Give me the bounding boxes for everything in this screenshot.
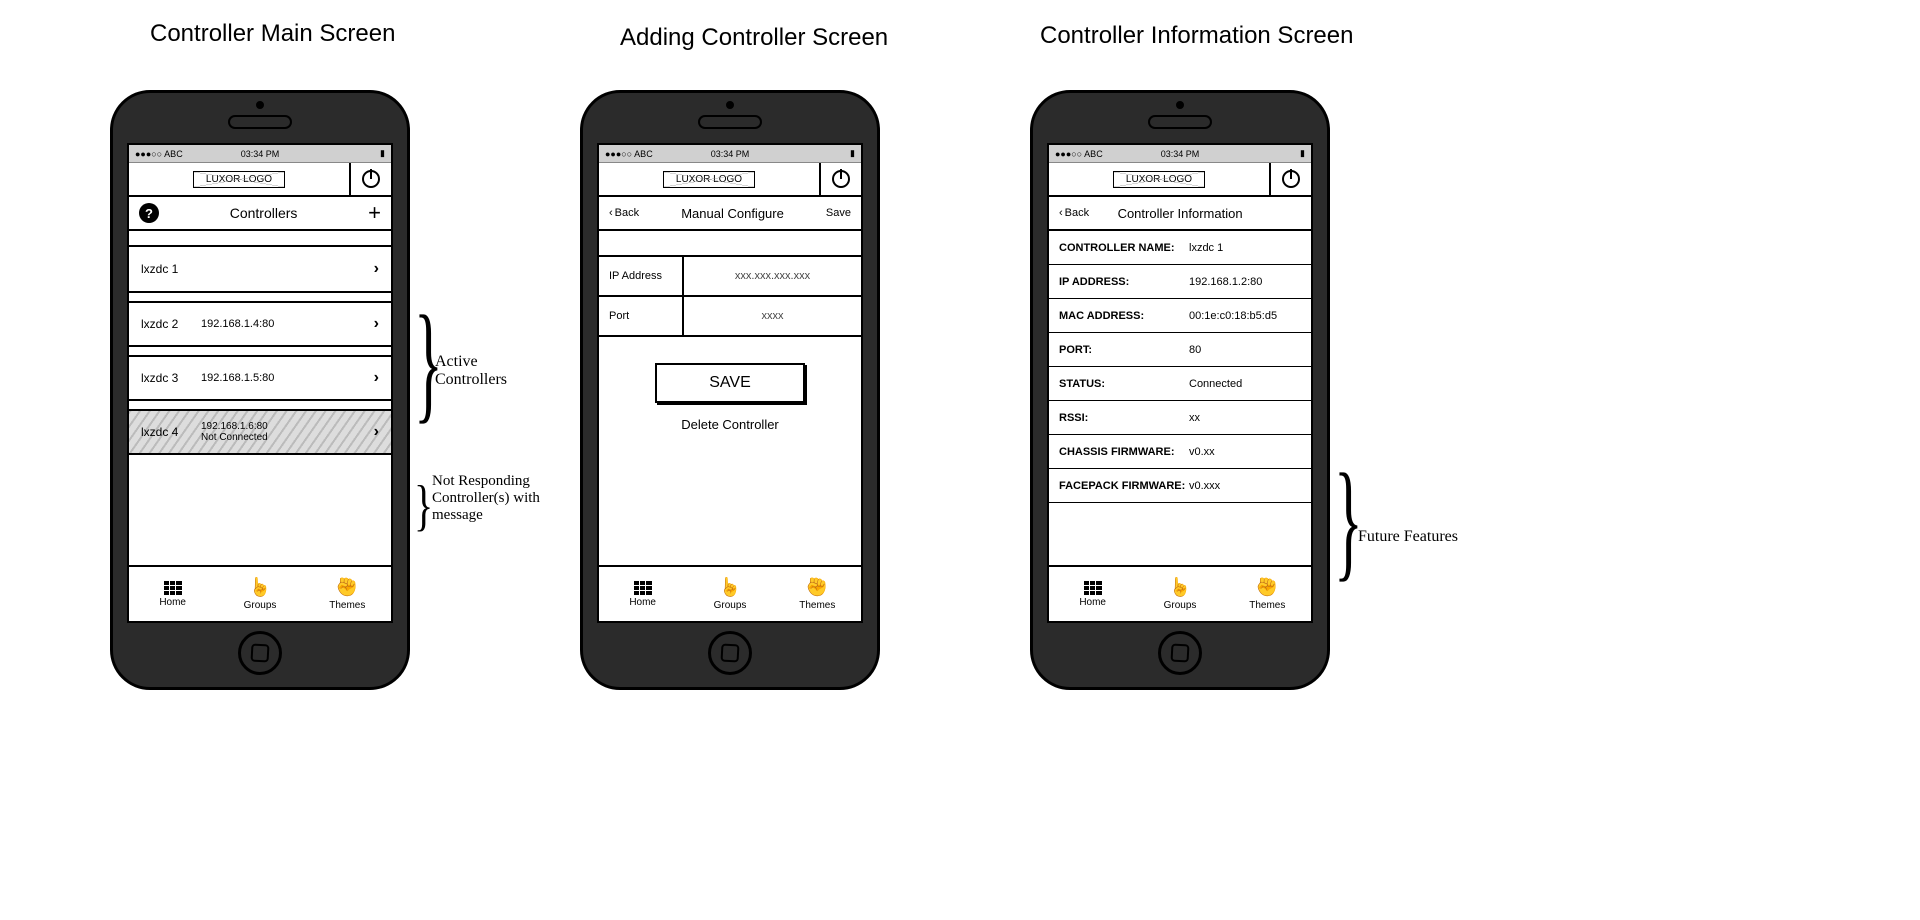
status-bar: ●●●○○ ABC03:34 PM▮ bbox=[599, 145, 861, 163]
nav-title: Manual Configure bbox=[681, 206, 784, 221]
chevron-right-icon: › bbox=[374, 260, 379, 278]
back-button[interactable]: ‹Back bbox=[1059, 207, 1089, 219]
info-row: IP ADDRESS:192.168.1.2:80 bbox=[1049, 265, 1311, 299]
info-row: PORT:80 bbox=[1049, 333, 1311, 367]
logo-placeholder: LUXOR LOGO bbox=[129, 163, 351, 195]
chevron-left-icon: ‹ bbox=[1059, 207, 1063, 219]
delete-controller-link[interactable]: Delete Controller bbox=[599, 417, 861, 432]
hand-icon: ☝ bbox=[1169, 577, 1191, 598]
power-icon bbox=[362, 170, 380, 188]
home-button[interactable] bbox=[1158, 631, 1202, 675]
power-button[interactable] bbox=[821, 163, 861, 195]
info-row: STATUS:Connected bbox=[1049, 367, 1311, 401]
tab-themes[interactable]: ✊Themes bbox=[304, 567, 391, 621]
chevron-left-icon: ‹ bbox=[609, 207, 613, 219]
fist-icon: ✊ bbox=[1256, 577, 1278, 598]
logo-placeholder: LUXOR LOGO bbox=[599, 163, 821, 195]
controller-row[interactable]: lxzdc 3 192.168.1.5:80 › bbox=[129, 355, 391, 401]
fist-icon: ✊ bbox=[806, 577, 828, 598]
controller-row[interactable]: lxzdc 1 › bbox=[129, 247, 391, 293]
help-icon[interactable]: ? bbox=[139, 203, 159, 223]
annotation-active: Active Controllers bbox=[435, 353, 507, 389]
port-input[interactable]: xxxx bbox=[684, 297, 861, 335]
power-button[interactable] bbox=[351, 163, 391, 195]
info-row: RSSI:xx bbox=[1049, 401, 1311, 435]
info-row: MAC ADDRESS:00:1e:c0:18:b5:d5 bbox=[1049, 299, 1311, 333]
tab-home[interactable]: Home bbox=[1049, 567, 1136, 621]
tab-groups[interactable]: ☝Groups bbox=[216, 567, 303, 621]
screen3-title: Controller Information Screen bbox=[1040, 22, 1353, 50]
form-row-ip: IP Address xxx.xxx.xxx.xxx bbox=[599, 257, 861, 297]
chevron-right-icon: › bbox=[374, 315, 379, 333]
screen2-title: Adding Controller Screen bbox=[620, 24, 888, 52]
annotation-future: Future Features bbox=[1358, 528, 1458, 546]
tab-groups[interactable]: ☝Groups bbox=[1136, 567, 1223, 621]
field-label: Port bbox=[599, 297, 684, 335]
controller-row[interactable]: lxzdc 2 192.168.1.4:80 › bbox=[129, 301, 391, 347]
nav-save-button[interactable]: Save bbox=[826, 207, 851, 219]
phone-mock-3: ●●●○○ ABC03:34 PM▮ LUXOR LOGO ‹Back Cont… bbox=[1030, 90, 1330, 690]
home-button[interactable] bbox=[238, 631, 282, 675]
hand-icon: ☝ bbox=[249, 577, 271, 598]
hand-icon: ☝ bbox=[719, 577, 741, 598]
add-button[interactable]: + bbox=[368, 202, 381, 224]
nav-title: Controller Information bbox=[1118, 206, 1243, 221]
fist-icon: ✊ bbox=[336, 577, 358, 598]
controller-row-disconnected[interactable]: lxzdc 4 192.168.1.6:80Not Connected › bbox=[129, 409, 391, 455]
back-button[interactable]: ‹Back bbox=[609, 207, 639, 219]
nav-title: Controllers bbox=[230, 205, 298, 221]
status-bar: ●●●○○ ABC03:34 PM▮ bbox=[129, 145, 391, 163]
info-row: FACEPACK FIRMWARE:v0.xxx bbox=[1049, 469, 1311, 503]
form-row-port: Port xxxx bbox=[599, 297, 861, 337]
grid-icon bbox=[164, 581, 182, 595]
annotation-not-responding: Not Responding Controller(s) with messag… bbox=[432, 473, 540, 524]
grid-icon bbox=[1084, 581, 1102, 595]
ip-input[interactable]: xxx.xxx.xxx.xxx bbox=[684, 257, 861, 295]
save-button[interactable]: SAVE bbox=[655, 363, 805, 403]
tab-home[interactable]: Home bbox=[129, 567, 216, 621]
power-button[interactable] bbox=[1271, 163, 1311, 195]
screen1-title: Controller Main Screen bbox=[150, 20, 395, 48]
status-bar: ●●●○○ ABC03:34 PM▮ bbox=[1049, 145, 1311, 163]
tab-themes[interactable]: ✊Themes bbox=[774, 567, 861, 621]
info-row: CHASSIS FIRMWARE:v0.xx bbox=[1049, 435, 1311, 469]
tab-themes[interactable]: ✊Themes bbox=[1224, 567, 1311, 621]
chevron-right-icon: › bbox=[374, 423, 379, 441]
phone-mock-1: ●●●○○ ABC03:34 PM▮ LUXOR LOGO ? Controll… bbox=[110, 90, 410, 690]
field-label: IP Address bbox=[599, 257, 684, 295]
logo-placeholder: LUXOR LOGO bbox=[1049, 163, 1271, 195]
info-row: CONTROLLER NAME:lxzdc 1 bbox=[1049, 231, 1311, 265]
power-icon bbox=[1282, 170, 1300, 188]
power-icon bbox=[832, 170, 850, 188]
tab-groups[interactable]: ☝Groups bbox=[686, 567, 773, 621]
home-button[interactable] bbox=[708, 631, 752, 675]
grid-icon bbox=[634, 581, 652, 595]
chevron-right-icon: › bbox=[374, 369, 379, 387]
brace-icon: } bbox=[414, 478, 433, 534]
tab-home[interactable]: Home bbox=[599, 567, 686, 621]
phone-mock-2: ●●●○○ ABC03:34 PM▮ LUXOR LOGO ‹Back Manu… bbox=[580, 90, 880, 690]
brace-icon: } bbox=[1334, 454, 1363, 586]
